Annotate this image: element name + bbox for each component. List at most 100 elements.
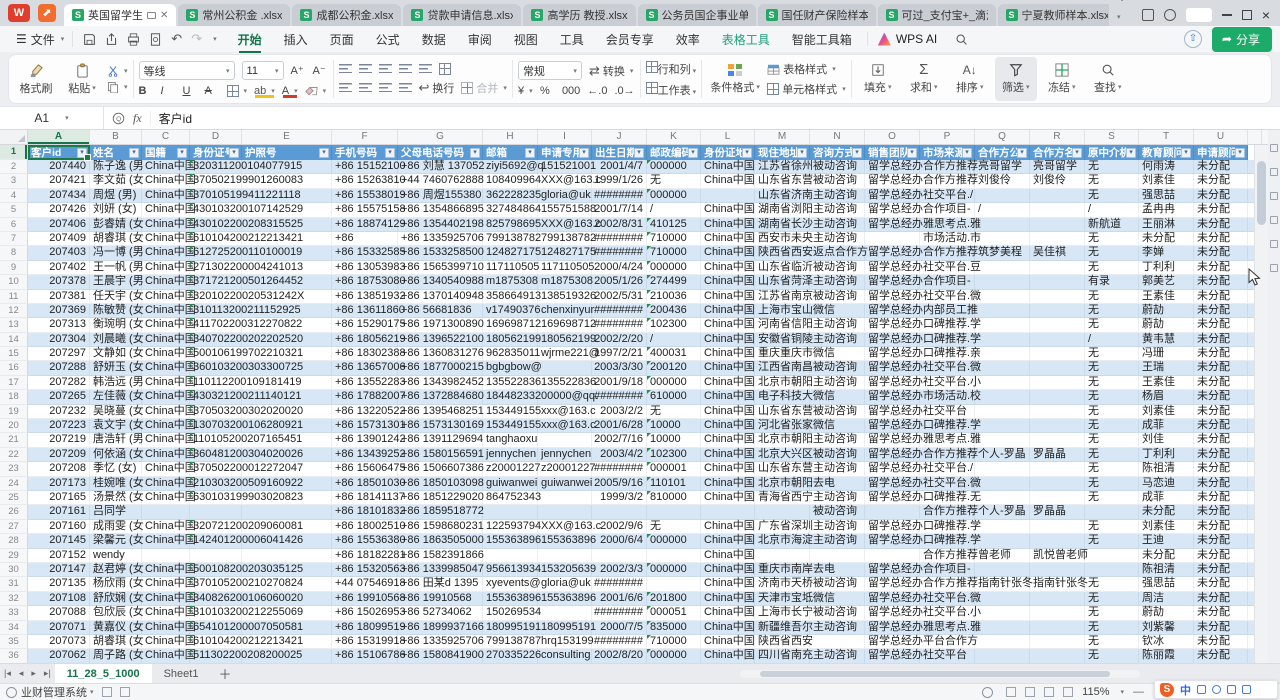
cell[interactable]: 留学总经办 [865, 203, 920, 217]
cell[interactable]: 合作项目- [920, 203, 975, 217]
cell[interactable]: 留学总经办 [865, 275, 920, 289]
cell[interactable]: 2000/6/4 [592, 534, 647, 548]
strikethrough-button[interactable]: A [205, 85, 220, 97]
cell[interactable]: 主动咨询 [810, 189, 865, 203]
cell[interactable]: 留学总经办 [865, 376, 920, 390]
cell[interactable]: +86 1582391866 [398, 549, 483, 563]
cell[interactable] [975, 318, 1030, 332]
cell[interactable]: 未分配 [1194, 376, 1248, 390]
cell[interactable]: 山东省东营 [755, 174, 810, 188]
cell[interactable]: 吕同学 [90, 505, 142, 519]
row-header-10[interactable]: 10 [0, 275, 28, 289]
cell[interactable]: 罗晶晶 [1030, 448, 1085, 462]
column-header-L[interactable]: L [701, 130, 755, 144]
cell[interactable]: 411702200312270822 [190, 318, 242, 332]
cell[interactable]: 无 [1085, 534, 1139, 548]
thousands-button[interactable]: 000 [562, 85, 580, 97]
cell[interactable] [1030, 361, 1085, 375]
cell[interactable]: 400031 [647, 347, 701, 361]
row-header-2[interactable]: 2 [0, 160, 28, 174]
row-header-28[interactable]: 28 [0, 534, 28, 548]
cell[interactable]: 马恋迪 [1139, 477, 1194, 491]
header-cell[interactable]: 合作方名称▾ [1030, 145, 1085, 160]
row-header-23[interactable]: 23 [0, 462, 28, 476]
cell[interactable]: 留学总经办 [865, 361, 920, 375]
cell[interactable]: 207073 [28, 635, 90, 649]
cell[interactable]: 亮哥留学 [975, 160, 1030, 174]
cell[interactable]: 社交平台 [920, 405, 975, 419]
cell[interactable]: 无 [647, 405, 701, 419]
vertical-scrollbar-thumb[interactable] [1257, 161, 1266, 225]
cell[interactable]: +86 1340540988 [398, 275, 483, 289]
cell[interactable]: +86 13657006 [332, 361, 398, 375]
cell[interactable]: China中国 [701, 160, 755, 174]
cell[interactable]: XXX@163.c [538, 218, 592, 232]
cell[interactable]: 黄嘉仪 (女 [90, 621, 142, 635]
select-all-corner[interactable] [0, 130, 28, 144]
cell[interactable]: +86 1598680231 [398, 520, 483, 534]
cell[interactable]: 无 [1085, 304, 1139, 318]
cell[interactable]: China中国 [701, 376, 755, 390]
cell[interactable]: 留学总经办 [865, 520, 920, 534]
cell[interactable]: 留学总经办 [865, 577, 920, 591]
cell[interactable]: China中国 [142, 621, 190, 635]
cell[interactable]: 153449155 [483, 419, 538, 433]
cell[interactable]: China中国 [142, 261, 190, 275]
cell[interactable]: 留学总经办 [865, 290, 920, 304]
cell[interactable]: 430321200211140121 [190, 390, 242, 404]
sidebar-tool-icon[interactable] [1270, 144, 1278, 152]
cell[interactable]: 被动咨询 [810, 405, 865, 419]
cell[interactable]: 强思喆 [1139, 577, 1194, 591]
cell[interactable] [975, 606, 1030, 620]
cell[interactable]: 无 [1085, 520, 1139, 534]
sheet-tab-Sheet1[interactable]: Sheet1 [152, 664, 211, 684]
cell[interactable]: 被动咨询 [810, 361, 865, 375]
cell[interactable] [1030, 621, 1085, 635]
cell[interactable]: 主动咨询 [810, 376, 865, 390]
number-format-select[interactable]: 常规▾ [518, 61, 582, 80]
cell[interactable]: +86 1863505000 [398, 534, 483, 548]
cell[interactable]: 留学总经办 [865, 621, 920, 635]
cell[interactable]: +86 1573130169 [398, 419, 483, 433]
cell[interactable]: 陈子逸 (男 [90, 160, 142, 174]
sidebar-tool-icon[interactable] [1270, 264, 1278, 272]
sidebar-tool-icon[interactable] [1270, 168, 1278, 176]
cell[interactable]: 王丽淋 [1139, 218, 1194, 232]
cell[interactable]: +86 周煜155380 [398, 189, 483, 203]
cell[interactable]: 10000 [647, 419, 701, 433]
cell[interactable]: 天津市宝坻 [755, 592, 810, 606]
cell[interactable]: 社交平台.微 [920, 361, 975, 375]
cell[interactable]: 未分配 [1194, 318, 1248, 332]
cell[interactable]: +86 刘慧 137052 [398, 160, 483, 174]
cell[interactable]: 207313 [28, 318, 90, 332]
wps-promo-icon[interactable]: ⬈ [38, 4, 56, 22]
cell[interactable] [1030, 606, 1085, 620]
decrease-indent-icon[interactable] [399, 64, 412, 73]
cell[interactable]: 207434 [28, 189, 90, 203]
cell[interactable]: 主动咨询 [810, 333, 865, 347]
cell[interactable]: China中国 [701, 333, 755, 347]
cell[interactable]: 四川省南充 [755, 649, 810, 663]
cell[interactable]: 北京市朝阳 [755, 433, 810, 447]
cell[interactable]: 上海市宝山 [755, 304, 810, 318]
cell[interactable]: 青海省西宁 [755, 491, 810, 505]
cell[interactable] [975, 376, 1030, 390]
cell[interactable]: ######## [592, 318, 647, 332]
cell[interactable]: 无 [1085, 160, 1139, 174]
cell[interactable]: 271302200004241013 [190, 261, 242, 275]
cell[interactable]: 刘紫馨 [1139, 621, 1194, 635]
cell[interactable]: +86 18002510 [332, 520, 398, 534]
cell[interactable]: 口碑推荐.学 [920, 534, 975, 548]
cell[interactable]: 主动咨询 [810, 462, 865, 476]
row-header-7[interactable]: 7 [0, 232, 28, 246]
cell[interactable]: 留学总经办 [865, 304, 920, 318]
cell[interactable]: 雅思考点.雅 [920, 218, 975, 232]
cell[interactable] [142, 549, 190, 563]
cell[interactable] [1030, 275, 1085, 289]
column-header-R[interactable]: R [1030, 130, 1085, 144]
cell[interactable] [975, 261, 1030, 275]
row-header-31[interactable]: 31 [0, 577, 28, 591]
cell[interactable]: 274499 [647, 275, 701, 289]
cell[interactable]: China中国 [142, 520, 190, 534]
header-cell[interactable]: 姓名▾ [90, 145, 142, 160]
